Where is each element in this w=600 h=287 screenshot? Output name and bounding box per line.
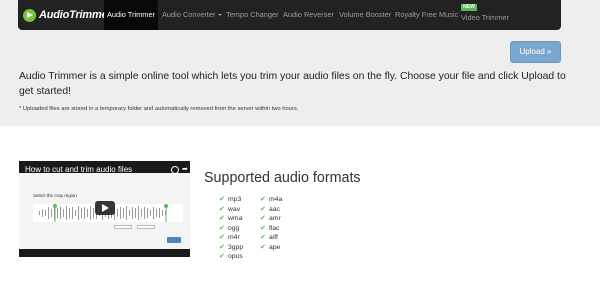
video-screen-button (167, 237, 181, 243)
nav-tempo-changer[interactable]: Tempo Changer (226, 0, 279, 30)
nav-video-trimmer[interactable]: Video Trimmer (461, 3, 509, 33)
play-icon[interactable] (95, 201, 115, 215)
formats-list-left: ✔ mp3 ✔ wav ✔ wma ✔ ogg ✔ m4r ✔ 3gpp ✔ opus (219, 195, 243, 262)
check-icon: ✔ (219, 205, 225, 213)
nav-audio-reverser[interactable]: Audio Reverser (283, 0, 334, 30)
video-title: How to cut and trim audio files (25, 165, 133, 174)
check-icon: ✔ (219, 243, 225, 251)
share-icon[interactable]: ➦ (182, 166, 189, 174)
nav-audio-trimmer[interactable]: Audio Trimmer (104, 0, 158, 30)
start-time-field (114, 225, 132, 229)
format-item: ✔ ogg (219, 224, 240, 232)
nav-volume-booster[interactable]: Volume Booster (339, 0, 391, 30)
check-icon: ✔ (219, 196, 225, 203)
play-logo-icon (23, 8, 36, 22)
format-item: ✔ wav (219, 205, 241, 213)
brand-logo[interactable]: AudioTrimmer (23, 6, 112, 24)
format-item: ✔ flac (260, 224, 280, 232)
end-time-field (137, 225, 155, 229)
video-screen-label: Select the crop region (33, 193, 77, 198)
intro-text: Audio Trimmer is a simple online tool wh… (19, 71, 566, 97)
check-icon: ✔ (260, 234, 266, 241)
check-icon: ✔ (260, 215, 266, 222)
nav-royalty-free-music[interactable]: Royalty Free Music (395, 0, 458, 30)
storage-note: * Uploaded files are stored in a tempora… (19, 106, 299, 112)
video-player[interactable]: Select the crop region How to cut and tr… (19, 161, 190, 257)
formats-list-right: ✔ m4a ✔ aac ✔ amr ✔ flac ✔ aiff ✔ ape (260, 195, 282, 252)
format-item: ✔ wma (219, 215, 243, 222)
brand-name: AudioTrimmer (39, 9, 112, 21)
format-item: ✔ 3gpp (219, 243, 244, 251)
formats-heading: Supported audio formats (204, 170, 361, 186)
check-icon: ✔ (260, 196, 266, 203)
check-icon: ✔ (219, 253, 225, 260)
nav-audio-converter[interactable]: Audio Converter (162, 0, 223, 30)
format-item: ✔ ape (260, 243, 281, 251)
upload-button[interactable]: Upload » (510, 41, 561, 63)
format-item: ✔ amr (260, 215, 281, 222)
nav-audio-converter-label: Audio Converter (162, 10, 216, 19)
format-item: ✔ m4a (260, 196, 283, 203)
format-item: ✔ m4r (219, 234, 240, 241)
check-icon: ✔ (260, 243, 266, 251)
check-icon: ✔ (260, 224, 266, 232)
top-navbar: AudioTrimmer Audio Trimmer Audio Convert… (18, 0, 561, 30)
format-item: ✔ mp3 (219, 196, 242, 203)
format-item: ✔ opus (219, 253, 243, 260)
watch-later-icon[interactable] (171, 166, 179, 174)
format-item: ✔ aiff (260, 234, 278, 241)
check-icon: ✔ (219, 234, 225, 241)
check-icon: ✔ (219, 215, 225, 222)
format-item: ✔ aac (260, 205, 280, 213)
check-icon: ✔ (219, 224, 225, 232)
check-icon: ✔ (260, 205, 266, 213)
caret-down-icon (218, 14, 223, 17)
